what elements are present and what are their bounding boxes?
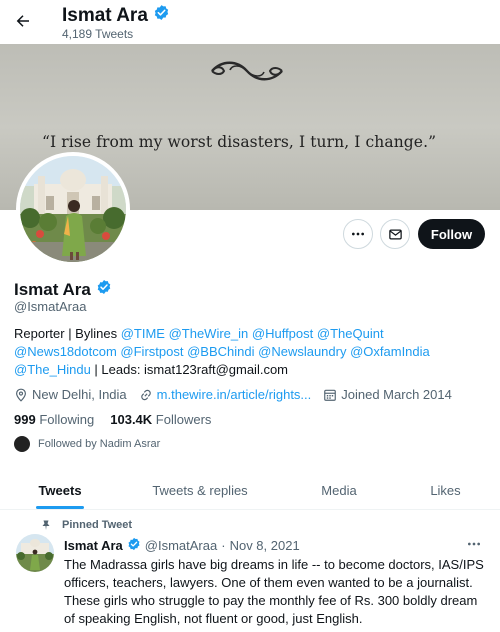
tab-likes[interactable]: Likes <box>398 470 493 510</box>
header-name: Ismat Ara <box>62 4 148 26</box>
bio-mention[interactable]: @The_Hindu <box>14 362 91 377</box>
message-button[interactable] <box>380 219 410 249</box>
following-count: 999 <box>14 412 36 427</box>
following-stat[interactable]: 999 Following <box>14 412 94 427</box>
tweet-header: Ismat Ara @IsmatAraa · Nov 8, 2021 <box>64 537 300 554</box>
more-options-button[interactable] <box>343 219 373 249</box>
followed-by[interactable]: Followed by Nadim Asrar <box>14 436 160 452</box>
followers-stat[interactable]: 103.4K Followers <box>110 412 211 427</box>
bio-mention[interactable]: @TheWire_in <box>169 326 249 341</box>
bio-mention[interactable]: @Newslaundry <box>258 344 346 359</box>
tab-tweets-replies[interactable]: Tweets & replies <box>120 470 280 510</box>
profile-name: Ismat Ara <box>14 279 91 299</box>
profile-handle: @IsmatAraa <box>14 299 87 314</box>
joined-item: Joined March 2014 <box>323 387 452 402</box>
tweet-author-name[interactable]: Ismat Ara <box>64 538 123 553</box>
location-text: New Delhi, India <box>32 387 127 402</box>
bio-text: Reporter | Bylines <box>14 326 121 341</box>
ornament-icon <box>211 61 283 81</box>
tweet-text: The Madrassa girls have big dreams in li… <box>64 557 484 626</box>
profile-tabs: Tweets Tweets & replies Media Likes <box>0 470 500 510</box>
more-horizontal-icon <box>352 232 364 236</box>
tab-tweets[interactable]: Tweets <box>0 470 120 510</box>
pinned-label-text: Pinned Tweet <box>62 519 133 531</box>
bio-mention[interactable]: @Firstpost <box>120 344 183 359</box>
location-pin-icon <box>16 388 26 402</box>
website-link[interactable]: m.thewire.in/article/rights... <box>157 387 312 402</box>
tweet-avatar[interactable] <box>16 534 54 572</box>
tab-media[interactable]: Media <box>280 470 398 510</box>
bio-text: | Leads: ismat123raft@gmail.com <box>90 362 289 377</box>
active-tab-indicator <box>36 506 84 509</box>
website-item: m.thewire.in/article/rights... <box>139 387 312 402</box>
profile-bio: Reporter | Bylines @TIME @TheWire_in @Hu… <box>14 325 486 379</box>
follow-button[interactable]: Follow <box>418 219 485 249</box>
header-title: Ismat Ara <box>62 4 170 27</box>
tweet-count: 4,189 Tweets <box>62 27 134 41</box>
calendar-icon <box>324 389 337 401</box>
bio-mention[interactable]: @BBChindi <box>187 344 254 359</box>
bio-mention[interactable]: @TheQuint <box>317 326 384 341</box>
followers-label: Followers <box>155 412 212 427</box>
location-item: New Delhi, India <box>14 387 127 402</box>
follower-avatar <box>14 436 30 452</box>
profile-name-row: Ismat Ara <box>14 279 112 300</box>
bio-mention[interactable]: @Huffpost <box>252 326 313 341</box>
followers-count: 103.4K <box>110 412 153 427</box>
banner-quote: “I rise from my worst disasters, I turn,… <box>42 133 437 151</box>
bio-mention[interactable]: @TIME <box>121 326 165 341</box>
profile-meta: New Delhi, India m.thewire.in/article/ri… <box>14 387 464 402</box>
verified-badge-icon <box>153 4 170 27</box>
profile-avatar[interactable] <box>16 152 130 266</box>
top-bar: Ismat Ara 4,189 Tweets <box>0 0 500 44</box>
bio-mention[interactable]: @OxfamIndia <box>350 344 430 359</box>
tweet-separator: · <box>221 538 226 553</box>
back-arrow-icon[interactable] <box>12 10 34 32</box>
following-label: Following <box>39 412 95 427</box>
followed-by-text: Followed by Nadim Asrar <box>38 438 161 450</box>
follow-stats: 999 Following 103.4K Followers <box>14 412 211 427</box>
pinned-label: Pinned Tweet <box>40 519 132 531</box>
joined-text: Joined March 2014 <box>341 387 452 402</box>
mail-icon <box>388 229 402 239</box>
bio-mention[interactable]: @News18dotcom <box>14 344 117 359</box>
pin-icon <box>42 520 50 530</box>
verified-badge-icon <box>96 279 112 300</box>
tweet-date[interactable]: Nov 8, 2021 <box>230 538 300 553</box>
verified-badge-icon <box>127 537 141 554</box>
tweet-author-handle: @IsmatAraa <box>144 538 218 553</box>
link-icon <box>140 389 151 400</box>
tweet-more-icon[interactable] <box>466 536 482 557</box>
